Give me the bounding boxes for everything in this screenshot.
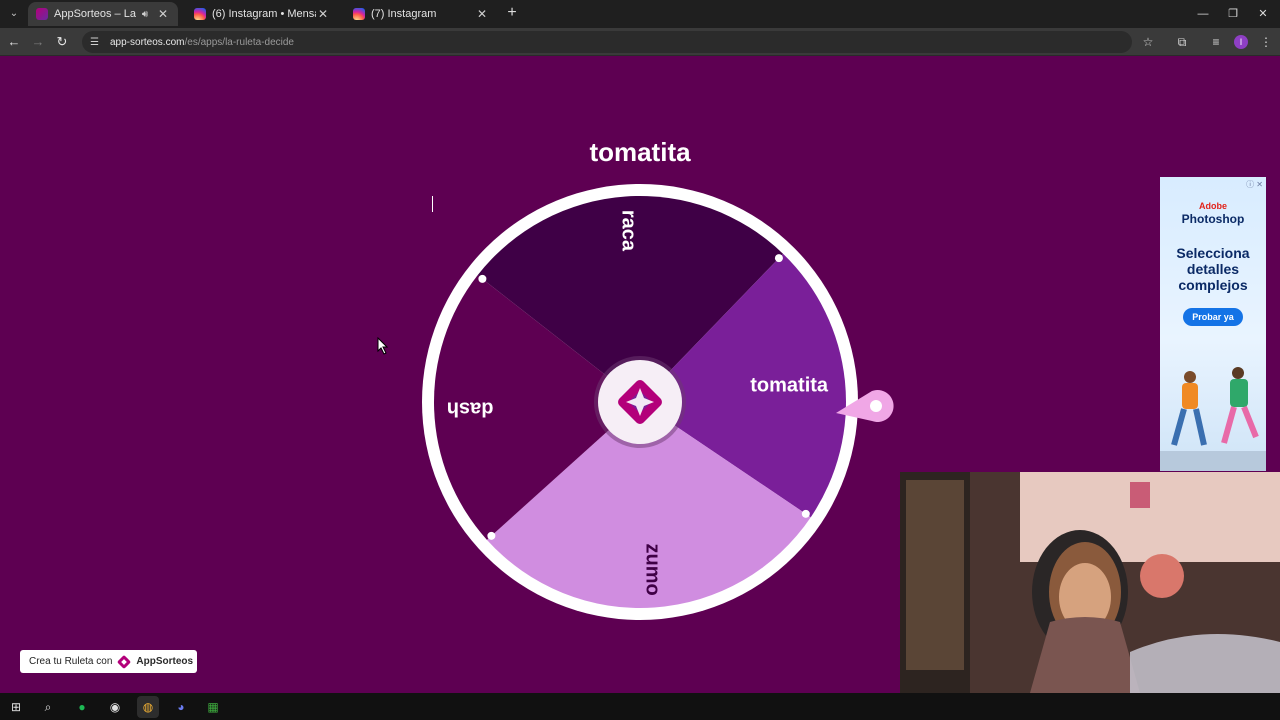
site-info-icon[interactable]: ☰	[90, 37, 104, 48]
tab-search-icon[interactable]: ⌄	[4, 4, 24, 24]
back-arrow-icon[interactable]: ←	[4, 32, 24, 52]
ad-headline: Selecciona detalles complejos	[1176, 245, 1250, 293]
obs-icon[interactable]: ◉	[104, 696, 126, 718]
minecraft-icon[interactable]: ▦	[202, 696, 224, 718]
url-path: /es/apps/la-ruleta-decide	[184, 36, 294, 48]
windows-taskbar: ⊞ ⌕ ● ◉ ◍ ◕ ▦	[0, 693, 1280, 720]
tab-title: (6) Instagram • Mensajes	[212, 8, 316, 20]
badge-brand: AppSorteos	[136, 656, 194, 667]
chrome-icon[interactable]: ◍	[137, 696, 159, 718]
appsorteos-logo-icon	[118, 655, 131, 668]
wheel-peg	[774, 254, 783, 263]
wheel-peg	[487, 531, 496, 540]
prize-wheel[interactable]: raca tomatita zumo dash	[420, 182, 860, 622]
media-controls-icon[interactable]: ≡	[1206, 32, 1226, 52]
webcam-overlay	[900, 472, 1280, 693]
wheel-label-dash: dash	[447, 398, 494, 420]
tab-appsorteos[interactable]: AppSorteos – La Ruleta de 🔊︎ ✕	[28, 2, 178, 26]
wheel-label-tomatita: tomatita	[750, 375, 829, 397]
wheel-pointer-icon	[836, 390, 894, 422]
photoshop-ad[interactable]: ⓘ ✕ Adobe Photoshop Selecciona detalles …	[1160, 177, 1266, 471]
minimize-icon[interactable]: —	[1188, 4, 1218, 24]
ad-brand: Adobe	[1199, 201, 1227, 211]
forward-arrow-icon[interactable]: →	[28, 32, 48, 52]
badge-text: Crea tu Ruleta con	[29, 656, 113, 667]
spotify-icon[interactable]: ●	[71, 696, 93, 718]
url-host: app-sorteos.com	[110, 36, 185, 48]
browser-tab-strip: ⌄ AppSorteos – La Ruleta de 🔊︎ ✕ (6) Ins…	[0, 0, 1280, 28]
discord-icon[interactable]: ◕	[170, 696, 192, 718]
tab-title: (7) Instagram	[371, 8, 437, 20]
wheel-peg	[801, 509, 810, 518]
ad-product: Photoshop	[1181, 212, 1245, 226]
windows-start-icon[interactable]: ⊞	[5, 696, 27, 718]
wheel-peg	[478, 274, 487, 283]
window-close-icon[interactable]: ✕	[1248, 4, 1278, 24]
appsorteos-logo-icon	[36, 8, 48, 20]
ad-dancers-image	[1160, 367, 1266, 471]
tab-instagram-messages[interactable]: (6) Instagram • Mensajes ✕	[186, 2, 338, 26]
tab-instagram[interactable]: (7) Instagram ✕	[345, 2, 497, 26]
bookmark-star-icon[interactable]: ☆	[1138, 32, 1158, 52]
mouse-cursor-icon	[377, 337, 389, 355]
reload-icon[interactable]: ↻	[52, 32, 72, 52]
search-icon[interactable]: ⌕	[37, 696, 59, 718]
close-icon[interactable]: ✕	[475, 7, 489, 21]
profile-avatar[interactable]: I	[1234, 35, 1248, 49]
wheel-label-raca: raca	[618, 210, 640, 252]
restore-icon[interactable]: ❐	[1218, 4, 1248, 24]
browser-toolbar: ← → ↻ ☰ app-sorteos.com/es/apps/la-rulet…	[0, 28, 1280, 56]
extensions-icon[interactable]: ⧉	[1172, 32, 1192, 52]
speaker-icon[interactable]: 🔊︎	[138, 9, 152, 20]
ad-choices-icon[interactable]: ⓘ ✕	[1246, 179, 1263, 190]
wheel-label-zumo: zumo	[641, 543, 663, 595]
create-roulette-badge[interactable]: Crea tu Ruleta con AppSorteos	[20, 650, 197, 673]
new-tab-plus-icon[interactable]: +	[503, 4, 521, 22]
instagram-icon	[194, 8, 206, 20]
address-bar[interactable]: ☰ app-sorteos.com/es/apps/la-ruleta-deci…	[82, 31, 1132, 53]
close-icon[interactable]: ✕	[156, 7, 170, 21]
ruleta-page: tomatita raca tomatita zumo dash ⓘ ✕ Adobe …	[0, 57, 1280, 693]
more-menu-icon[interactable]: ⋮	[1256, 32, 1276, 52]
wheel-result-title: tomatita	[589, 137, 691, 167]
ad-cta-button[interactable]: Probar ya	[1183, 308, 1243, 326]
instagram-icon	[353, 8, 365, 20]
close-icon[interactable]: ✕	[316, 7, 330, 21]
tab-title: AppSorteos – La Ruleta de	[54, 8, 138, 20]
